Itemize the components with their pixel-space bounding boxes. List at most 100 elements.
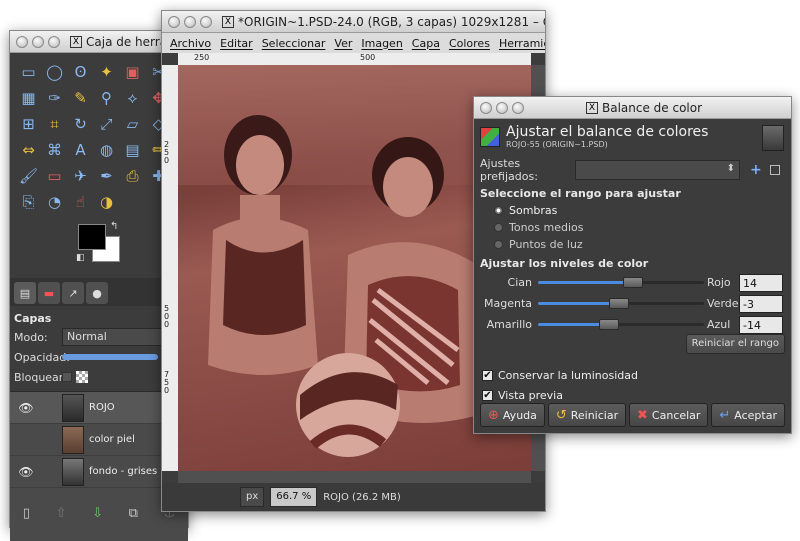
- lock-pixels-checkbox[interactable]: [62, 372, 72, 382]
- paths-icon[interactable]: ✑: [42, 85, 67, 110]
- airbrush-icon[interactable]: ✈: [68, 163, 93, 188]
- presets-combo[interactable]: [575, 160, 740, 180]
- slider-value-input[interactable]: -3: [739, 294, 783, 313]
- radio-icon: [494, 240, 503, 249]
- zoom-button[interactable]: [200, 15, 212, 28]
- scale-icon[interactable]: ⤢: [94, 111, 119, 136]
- color-select-icon[interactable]: ▣: [120, 59, 145, 84]
- dialog-titlebar[interactable]: X Balance de color: [474, 97, 791, 119]
- align-icon[interactable]: ⊞: [16, 111, 41, 136]
- image-titlebar[interactable]: X *ORIGIN~1.PSD-24.0 (RGB, 3 capas) 1029…: [162, 11, 545, 33]
- radio-sombras[interactable]: Sombras: [474, 202, 791, 219]
- layers-tab-icon[interactable]: ▤: [14, 282, 36, 304]
- menu-seleccionar[interactable]: Seleccionar: [262, 37, 326, 50]
- slider-value-input[interactable]: 14: [739, 273, 783, 292]
- reset-button[interactable]: ↺ Reiniciar: [547, 403, 627, 427]
- minimize-button[interactable]: [32, 35, 44, 48]
- channels-tab-icon[interactable]: ▬: [38, 282, 60, 304]
- free-select-icon[interactable]: ʘ: [68, 59, 93, 84]
- reset-range-button[interactable]: Reiniciar el rango: [685, 334, 785, 354]
- slider-knob[interactable]: [622, 277, 643, 288]
- menu-imagen[interactable]: Imagen: [361, 37, 402, 50]
- slider-value-input[interactable]: -14: [739, 315, 783, 334]
- opacity-slider[interactable]: [62, 354, 158, 360]
- cage-icon[interactable]: ⌘: [42, 137, 67, 162]
- menu-editar[interactable]: Editar: [220, 37, 253, 50]
- eraser-icon[interactable]: ▭: [42, 163, 67, 188]
- help-button[interactable]: ⊕ Ayuda: [480, 403, 545, 427]
- radio-puntos-de-luz[interactable]: Puntos de luz: [474, 236, 791, 253]
- fuzzy-select-icon[interactable]: ✦: [94, 59, 119, 84]
- crop-icon[interactable]: ⌗: [42, 111, 67, 136]
- x11-icon: X: [586, 101, 598, 114]
- ink-icon[interactable]: ✒: [94, 163, 119, 188]
- close-button[interactable]: [480, 101, 492, 114]
- checkbox-label: Conservar la luminosidad: [498, 368, 638, 382]
- swap-colors-icon[interactable]: ↰: [110, 221, 118, 232]
- ruler-label: 250: [194, 53, 210, 62]
- slider-fill: [538, 302, 619, 305]
- menu-ver[interactable]: Ver: [334, 37, 352, 50]
- clone-icon[interactable]: ⎙: [120, 163, 145, 188]
- rect-select-icon[interactable]: ▭: [16, 59, 41, 84]
- color-slider[interactable]: [538, 277, 704, 288]
- measure-icon[interactable]: ⟡: [120, 85, 145, 110]
- color-slider[interactable]: [538, 298, 704, 309]
- ok-button[interactable]: ↵ Aceptar: [711, 403, 785, 427]
- menu-herramientas[interactable]: Herramientas: [499, 37, 545, 50]
- dialog-heading: Ajustar el balance de colores: [506, 124, 709, 140]
- foreground-select-icon[interactable]: ▦: [16, 85, 41, 110]
- perspective-clone-icon[interactable]: ⎘: [16, 189, 41, 214]
- horizontal-scrollbar[interactable]: [178, 471, 531, 483]
- blur-icon[interactable]: ◔: [42, 189, 67, 214]
- preview-checkbox[interactable]: ✔ Vista previa: [474, 385, 791, 405]
- minimize-button[interactable]: [184, 15, 196, 28]
- preserve-luminosity-checkbox[interactable]: ✔ Conservar la luminosidad: [474, 365, 791, 385]
- visibility-eye-icon[interactable]: 👁: [14, 401, 38, 415]
- new-layer-icon[interactable]: ▯: [23, 506, 30, 521]
- enter-icon: ↵: [719, 407, 731, 423]
- bucket-fill-icon[interactable]: ◍: [94, 137, 119, 162]
- close-button[interactable]: [16, 35, 28, 48]
- cancel-button[interactable]: ✖ Cancelar: [629, 403, 709, 427]
- unit-select[interactable]: px: [240, 487, 265, 507]
- ruler-label: 750: [164, 370, 170, 395]
- menu-colores[interactable]: Colores: [449, 37, 490, 50]
- undo-tab-icon[interactable]: ●: [86, 282, 108, 304]
- radio-tonos-medios[interactable]: Tonos medios: [474, 219, 791, 236]
- layer-name: ROJO: [89, 402, 115, 413]
- menu-archivo[interactable]: Archivo: [170, 37, 211, 50]
- default-colors-icon[interactable]: ◧: [76, 253, 85, 263]
- slider-knob[interactable]: [608, 298, 629, 309]
- zoom-select[interactable]: 66.7 %: [270, 487, 318, 507]
- zoom-icon[interactable]: ⚲: [94, 85, 119, 110]
- paintbrush-icon[interactable]: 🖌: [16, 163, 41, 188]
- minimize-button[interactable]: [496, 101, 508, 114]
- rotate-icon[interactable]: ↻: [68, 111, 93, 136]
- preset-menu-icon[interactable]: [769, 165, 780, 175]
- menu-capa[interactable]: Capa: [412, 37, 440, 50]
- raise-layer-icon[interactable]: ⇧: [56, 506, 67, 521]
- foreground-color[interactable]: [78, 224, 106, 250]
- lower-layer-icon[interactable]: ⇩: [92, 506, 103, 521]
- blend-icon[interactable]: ▤: [120, 137, 145, 162]
- duplicate-layer-icon[interactable]: ⧉: [129, 506, 138, 521]
- lock-alpha-icon[interactable]: [76, 371, 88, 383]
- color-picker-icon[interactable]: ✎: [68, 85, 93, 110]
- text-icon[interactable]: A: [68, 137, 93, 162]
- color-slider[interactable]: [538, 319, 704, 330]
- smudge-icon[interactable]: ☝: [68, 189, 93, 214]
- visibility-eye-icon[interactable]: 👁: [14, 465, 38, 479]
- ellipse-select-icon[interactable]: ◯: [42, 59, 67, 84]
- slider-cian-rojo: Cian Rojo 14: [474, 272, 791, 293]
- slider-knob[interactable]: [599, 319, 620, 330]
- zoom-button[interactable]: [512, 101, 524, 114]
- close-button[interactable]: [168, 15, 180, 28]
- shear-icon[interactable]: ▱: [120, 111, 145, 136]
- dodge-burn-icon[interactable]: ◑: [94, 189, 119, 214]
- add-preset-icon[interactable]: +: [750, 162, 762, 178]
- flip-icon[interactable]: ⇔: [16, 137, 41, 162]
- ok-label: Aceptar: [734, 408, 777, 422]
- zoom-button[interactable]: [48, 35, 60, 48]
- paths-tab-icon[interactable]: ↗: [62, 282, 84, 304]
